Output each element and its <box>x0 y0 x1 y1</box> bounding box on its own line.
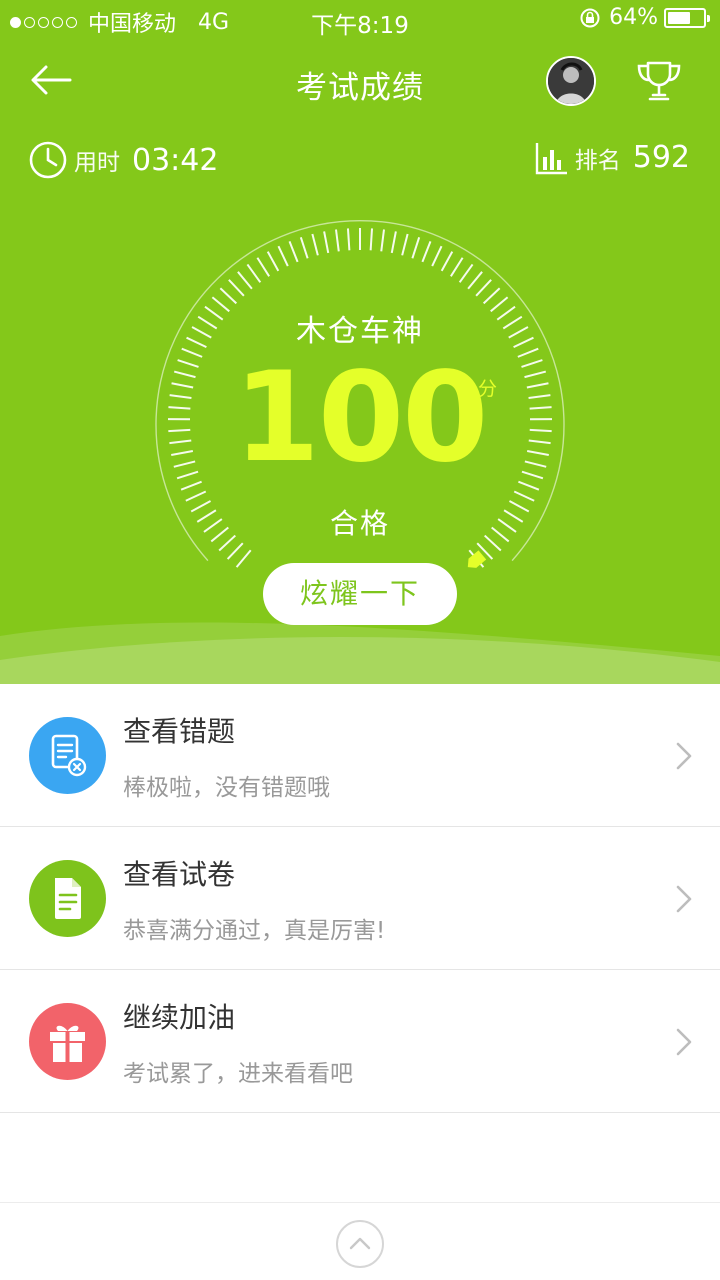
gift-glyph-icon <box>50 1025 85 1062</box>
gauge-tick <box>450 257 464 277</box>
gauge-tick <box>180 480 202 491</box>
gauge-tick <box>311 233 319 256</box>
rotation-lock-icon <box>580 8 600 27</box>
user-photo-icon <box>548 58 594 104</box>
gauge-tick <box>323 231 330 254</box>
list-item-title: 查看错题 <box>123 715 236 748</box>
status-bar: 中国移动 4G 下午8:19 64% <box>0 0 720 40</box>
score-value: 100 <box>233 346 489 490</box>
score-header: 中国移动 4G 下午8:19 64% 考试成绩 用时 03:42 排名 592 … <box>0 0 720 684</box>
wrong-questions-icon <box>29 717 106 794</box>
rank-value: 592 <box>632 140 690 175</box>
share-button[interactable]: 炫耀一下 <box>263 563 457 625</box>
gauge-tick <box>228 279 245 297</box>
gauge-tick <box>440 251 454 272</box>
gauge-tick <box>288 241 299 263</box>
gauge-tick <box>256 257 270 277</box>
paper-glyph-icon <box>55 878 81 919</box>
elapsed-time: 用时 03:42 <box>28 140 218 180</box>
time-label: 用时 <box>74 150 120 176</box>
trophy-button[interactable] <box>634 58 684 104</box>
chevron-right-icon <box>676 1028 692 1056</box>
list-item-keep-going[interactable]: 继续加油 考试累了，进来看看吧 <box>0 970 720 1113</box>
gauge-tick <box>421 241 432 263</box>
bar-chart-icon <box>535 142 567 174</box>
rank-label: 排名 <box>574 147 621 174</box>
gauge-tick <box>237 271 253 290</box>
trophy-icon <box>637 61 681 101</box>
list-item-paper[interactable]: 查看试卷 恭喜满分通过，真是厉害! <box>0 827 720 970</box>
chevron-right-icon <box>676 885 692 913</box>
wrong-questions-glyph-icon <box>51 734 87 777</box>
gauge-tick <box>467 271 483 290</box>
gauge-tick <box>482 287 501 305</box>
list-item-title: 查看试卷 <box>123 858 236 891</box>
nav-bar: 考试成绩 <box>0 44 720 116</box>
gauge-tick <box>277 245 289 267</box>
chevron-up-icon <box>349 1237 371 1250</box>
clock-icon <box>29 141 67 179</box>
list-item-title: 继续加油 <box>123 1001 236 1034</box>
gauge-tick <box>518 480 540 491</box>
gauge-pointer-icon <box>467 550 487 568</box>
avatar[interactable] <box>546 56 596 106</box>
gauge-tick <box>335 229 340 252</box>
gauge-tick <box>390 231 397 254</box>
gift-icon <box>29 1003 106 1080</box>
gauge-tick <box>226 542 244 560</box>
divider <box>0 1202 720 1203</box>
gauge-tick <box>369 228 374 251</box>
action-list: 查看错题 棒极啦，没有错题哦 查看试卷 恭喜满分通过，真是厉害! 继续加油 考试… <box>0 684 720 1113</box>
battery-percent: 64% <box>609 5 658 30</box>
gauge-tick <box>299 237 309 259</box>
gauge-tick <box>246 263 262 283</box>
list-item-subtitle: 棒极啦，没有错题哦 <box>123 775 330 801</box>
battery-icon <box>664 7 710 28</box>
chevron-right-icon <box>676 742 692 770</box>
gauge-tick <box>346 228 351 251</box>
battery-fill <box>668 11 690 24</box>
rank[interactable]: 排名 592 <box>535 140 690 175</box>
gauge-tick <box>431 245 443 267</box>
list-item-wrong-questions[interactable]: 查看错题 棒极啦，没有错题哦 <box>0 684 720 827</box>
score-unit: 分 <box>478 378 498 400</box>
gauge-tick <box>513 490 535 502</box>
list-item-subtitle: 恭喜满分通过，真是厉害! <box>123 918 386 944</box>
gauge-tick <box>475 279 492 297</box>
gauge-tick <box>185 490 207 502</box>
list-item-subtitle: 考试累了，进来看看吧 <box>123 1061 353 1087</box>
page-title: 考试成绩 <box>296 70 424 106</box>
gauge-tick <box>458 263 474 283</box>
time-value: 03:42 <box>132 142 219 178</box>
gauge-tick <box>380 229 385 252</box>
gauge-tick <box>235 549 252 568</box>
gauge-tick <box>411 237 421 259</box>
gauge-tick <box>266 251 280 272</box>
gauge-tick <box>219 287 238 305</box>
pass-status: 合格 <box>329 507 390 540</box>
battery-group: 64% <box>579 5 710 30</box>
gauge-tick <box>401 233 409 256</box>
paper-icon <box>29 860 106 937</box>
scroll-up-button[interactable] <box>336 1220 384 1268</box>
result-title: 木仓车神 <box>296 314 424 349</box>
